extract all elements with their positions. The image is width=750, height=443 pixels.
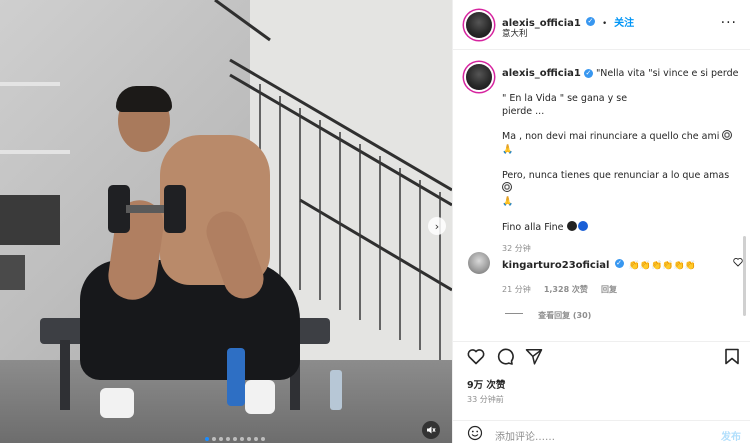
chevron-right-icon: › bbox=[434, 219, 440, 233]
comment-text: 👏👏👏👏👏👏 bbox=[628, 261, 696, 271]
photo-water-bottle bbox=[227, 348, 245, 406]
save-bookmark-icon[interactable] bbox=[724, 348, 740, 365]
commenter-username[interactable]: kingarturo23oficial bbox=[502, 260, 609, 271]
more-options-icon[interactable]: ··· bbox=[721, 16, 737, 30]
comment-timestamp: 21 分钟 bbox=[502, 285, 531, 294]
carousel-dot bbox=[212, 437, 216, 441]
post-side-panel: alexis_officia1 ✓ • 关注 意大利 ··· alexis_of… bbox=[452, 0, 750, 443]
caption-line: Pero, nunca tienes que renunciar a lo qu… bbox=[502, 170, 730, 181]
carousel-dot bbox=[226, 437, 230, 441]
carousel-dot bbox=[240, 437, 244, 441]
caption-line: Fino alla Fine bbox=[502, 222, 564, 233]
carousel-next-button[interactable]: › bbox=[428, 217, 446, 235]
comment-item: kingarturo23oficial ✓ 👏👏👏👏👏👏 bbox=[502, 253, 732, 272]
caption-author-username[interactable]: alexis_officia1 bbox=[502, 68, 581, 79]
carousel-dot bbox=[205, 437, 209, 441]
follow-button[interactable]: 关注 bbox=[614, 18, 634, 29]
caption-line: "Nella vita "si vince e si perde bbox=[595, 68, 739, 79]
photo-shoe bbox=[100, 388, 134, 418]
photo-person-hair bbox=[116, 86, 172, 112]
praying-hands-icon: 🙏 bbox=[502, 145, 514, 155]
comment-meta: 21 分钟 1,328 次赞 回复 bbox=[502, 277, 617, 296]
commenter-avatar[interactable] bbox=[468, 252, 490, 274]
comments-scroll-area[interactable]: alexis_officia1 ✓ "Nella vita "si vince … bbox=[453, 50, 750, 341]
heart-outline-icon[interactable] bbox=[733, 257, 743, 267]
view-replies-button[interactable]: 查看回复 (30) bbox=[505, 303, 591, 322]
verified-badge-icon: ✓ bbox=[585, 17, 595, 26]
carousel-dot bbox=[247, 437, 251, 441]
comment-input[interactable]: 添加评论…… bbox=[495, 428, 555, 443]
comment-likes[interactable]: 1,328 次赞 bbox=[544, 285, 588, 294]
photo-bench-leg bbox=[60, 340, 70, 410]
caption-author-avatar[interactable] bbox=[466, 64, 492, 90]
carousel-indicator bbox=[205, 437, 265, 441]
like-count[interactable]: 9万 次赞 bbox=[467, 377, 505, 391]
verified-badge-icon: ✓ bbox=[583, 69, 593, 78]
carousel-dot bbox=[233, 437, 237, 441]
post-media[interactable]: › bbox=[0, 0, 452, 443]
carousel-dot bbox=[254, 437, 258, 441]
share-send-icon[interactable] bbox=[525, 348, 543, 365]
replies-divider bbox=[505, 313, 523, 314]
emoji-picker-icon[interactable] bbox=[467, 425, 483, 441]
post-location[interactable]: 意大利 bbox=[502, 27, 528, 39]
caption-line: Ma , non devi mai rinunciare a quello ch… bbox=[502, 131, 720, 142]
photo-water-bottle bbox=[330, 370, 342, 410]
comment-composer: 添加评论…… 发布 bbox=[453, 420, 750, 443]
caption-line: pierde ... bbox=[502, 106, 545, 117]
like-heart-icon[interactable] bbox=[467, 348, 485, 365]
mute-button[interactable] bbox=[422, 421, 440, 439]
post-comment-button[interactable]: 发布 bbox=[721, 428, 741, 443]
caption-block: alexis_officia1 ✓ "Nella vita "si vince … bbox=[502, 67, 742, 254]
praying-hands-icon: 🙏 bbox=[502, 197, 514, 207]
caption-line: " En la Vida " se gana y se bbox=[502, 93, 628, 104]
carousel-dot bbox=[219, 437, 223, 441]
carousel-dot bbox=[261, 437, 265, 441]
reply-button[interactable]: 回复 bbox=[601, 285, 617, 294]
black-circle-icon bbox=[566, 221, 577, 231]
post-header: alexis_officia1 ✓ • 关注 意大利 ··· bbox=[453, 0, 750, 50]
soccer-ball-icon bbox=[502, 182, 512, 192]
soccer-ball-icon bbox=[722, 130, 733, 140]
blue-circle-icon bbox=[577, 221, 588, 231]
author-avatar[interactable] bbox=[466, 12, 492, 38]
photo-dumbbell bbox=[108, 185, 186, 233]
speaker-muted-icon bbox=[427, 426, 436, 434]
comment-bubble-icon[interactable] bbox=[496, 348, 514, 365]
separator-dot: • bbox=[602, 19, 608, 29]
photo-shoe bbox=[245, 380, 275, 414]
view-replies-label: 查看回复 (30) bbox=[538, 311, 592, 320]
post-timestamp: 33 分钟前 bbox=[467, 395, 504, 404]
scrollbar[interactable] bbox=[743, 236, 746, 316]
verified-badge-icon: ✓ bbox=[614, 259, 624, 268]
